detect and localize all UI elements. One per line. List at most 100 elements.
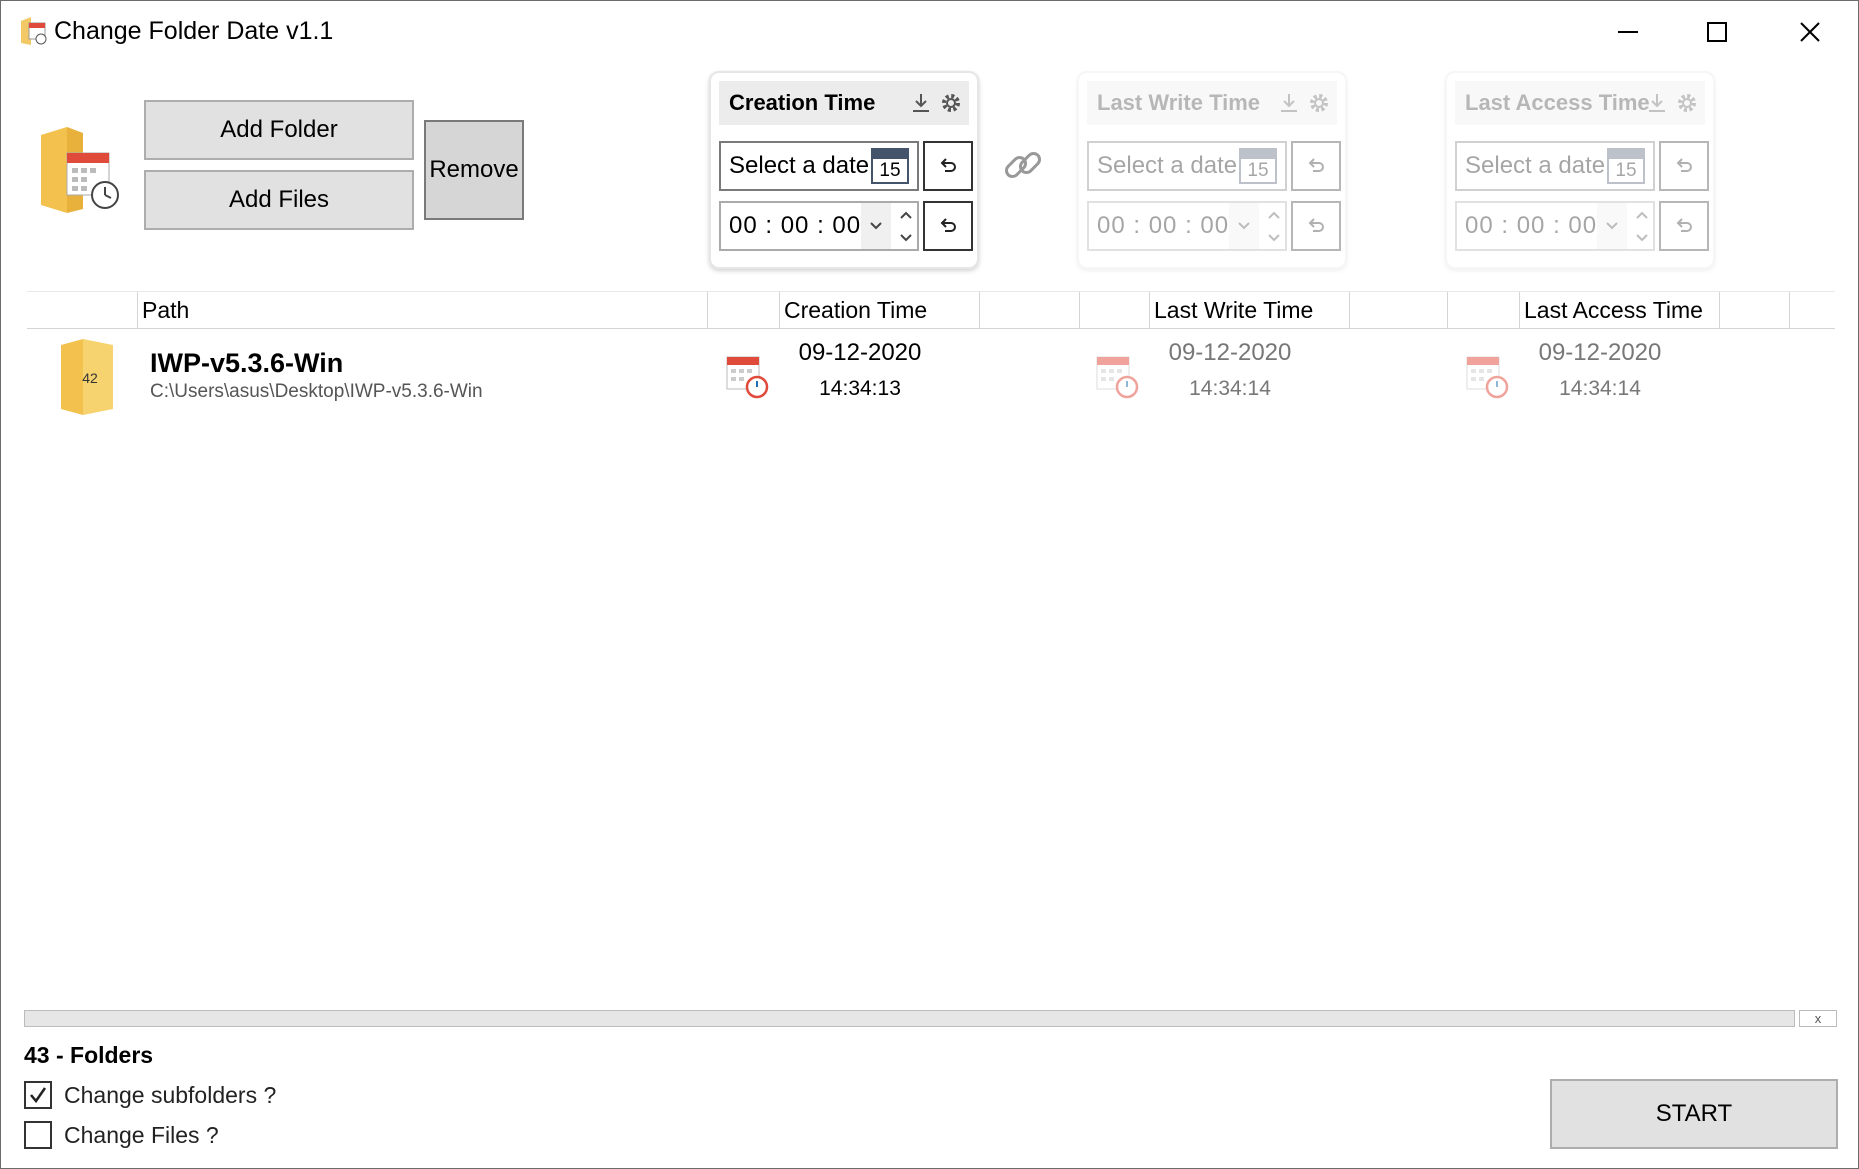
- panel-title: Creation Time: [729, 90, 876, 115]
- row-path: C:\Users\asus\Desktop\IWP-v5.3.6-Win: [150, 381, 483, 402]
- time-dropdown: [1597, 203, 1627, 249]
- gear-icon: [1678, 94, 1696, 112]
- date-picker: Select a date 15: [1087, 141, 1287, 191]
- calendar-icon: 15: [1239, 148, 1277, 184]
- column-header-spacer: [1079, 292, 1149, 329]
- minimize-icon: [1618, 31, 1638, 33]
- maximize-button[interactable]: [1687, 11, 1747, 53]
- download-icon: [1649, 94, 1665, 112]
- chevron-up-icon[interactable]: [899, 209, 913, 221]
- change-subfolders-checkbox[interactable]: Change subfolders ?: [24, 1081, 276, 1109]
- panel-header: Last Write Time: [1087, 81, 1337, 125]
- folder-count: 43 - Folders: [24, 1042, 154, 1068]
- column-header-spacer: [979, 292, 1079, 329]
- gear-icon: [1310, 94, 1328, 112]
- reset-time-button: [1291, 201, 1341, 251]
- reset-time-button[interactable]: [923, 201, 973, 251]
- column-header-spacer: [1719, 292, 1789, 329]
- last-access-time-cell[interactable]: 09-12-2020 14:34:14: [1455, 333, 1755, 423]
- undo-icon: [1676, 158, 1692, 172]
- chevron-down-icon: [1606, 222, 1618, 230]
- calendar-day: 15: [879, 160, 901, 181]
- folder-calendar-icon: [41, 127, 119, 213]
- creation-time-cell[interactable]: 09-12-2020 14:34:13: [715, 333, 1015, 423]
- app-icon: [21, 17, 47, 45]
- creation-time-panel: Creation Time Select a date 15 00 : 00 :…: [709, 71, 979, 269]
- column-header-last-write-time[interactable]: Last Write Time: [1149, 292, 1349, 329]
- column-header-last-access-time[interactable]: Last Access Time: [1519, 292, 1719, 329]
- chevron-down-icon[interactable]: [899, 232, 913, 244]
- time-value: 00 : 00 : 00: [1465, 212, 1598, 239]
- cell-date: 09-12-2020: [798, 339, 922, 366]
- calendar-clock-icon: [726, 356, 769, 399]
- chevron-down-icon: [1636, 233, 1648, 241]
- time-spinner[interactable]: [893, 203, 919, 249]
- reset-date-button: [1291, 141, 1341, 191]
- chevron-down-icon: [1238, 222, 1250, 230]
- time-picker: 00 : 00 : 00: [1455, 201, 1655, 251]
- maximize-icon: [1707, 22, 1727, 42]
- reset-date-button: [1659, 141, 1709, 191]
- download-icon[interactable]: [909, 91, 933, 115]
- window-title: Change Folder Date v1.1: [54, 17, 334, 45]
- last-access-time-panel: Last Access Time Select a date 15 00 : 0…: [1445, 71, 1715, 269]
- remove-button[interactable]: Remove: [424, 120, 524, 220]
- time-picker: 00 : 00 : 00: [1087, 201, 1287, 251]
- folder-icon: 42: [61, 339, 113, 415]
- link-icon[interactable]: [999, 141, 1047, 189]
- column-header-creation-time[interactable]: Creation Time: [779, 292, 979, 329]
- table-row[interactable]: 42 IWP-v5.3.6-Win C:\Users\asus\Desktop\…: [27, 333, 1835, 423]
- time-spinner: [1629, 203, 1655, 249]
- column-header-spacer: [707, 292, 779, 329]
- cell-time: 14:34:13: [819, 377, 901, 400]
- progress-cancel-button[interactable]: x: [1799, 1010, 1837, 1027]
- cell-time: 14:34:14: [1189, 377, 1271, 400]
- time-value: 00 : 00 : 00: [1097, 212, 1230, 239]
- undo-icon: [1676, 218, 1692, 232]
- cell-date: 09-12-2020: [1168, 339, 1292, 366]
- calendar-day: 15: [1615, 160, 1637, 181]
- add-files-button[interactable]: Add Files: [144, 170, 414, 230]
- chevron-down-icon: [870, 222, 882, 230]
- undo-icon: [940, 218, 956, 232]
- time-value: 00 : 00 : 00: [729, 212, 862, 239]
- undo-icon: [1308, 158, 1324, 172]
- start-button[interactable]: START: [1550, 1079, 1838, 1149]
- cell-date: 09-12-2020: [1538, 339, 1662, 366]
- date-picker[interactable]: Select a date 15: [719, 141, 919, 191]
- row-name: IWP-v5.3.6-Win: [150, 348, 344, 378]
- calendar-clock-icon: [1096, 356, 1139, 399]
- calendar-icon: 15: [1607, 148, 1645, 184]
- undo-icon: [1308, 218, 1324, 232]
- main-window: Change Folder Date v1.1 Add Folder Add F…: [0, 0, 1859, 1169]
- calendar-clock-icon: [1466, 356, 1509, 399]
- time-dropdown: [1229, 203, 1259, 249]
- date-placeholder: Select a date: [1097, 152, 1238, 179]
- gear-icon[interactable]: [939, 91, 963, 115]
- add-folder-button[interactable]: Add Folder: [144, 100, 414, 160]
- date-placeholder: Select a date: [1465, 152, 1606, 179]
- close-button[interactable]: [1780, 11, 1840, 53]
- last-write-time-cell[interactable]: 09-12-2020 14:34:14: [1085, 333, 1385, 423]
- download-icon: [1281, 94, 1297, 112]
- calendar-icon[interactable]: 15: [871, 148, 909, 184]
- reset-date-button[interactable]: [923, 141, 973, 191]
- close-icon: [1800, 22, 1820, 42]
- column-header-path[interactable]: Path: [137, 292, 707, 329]
- checkbox-box[interactable]: [24, 1121, 52, 1149]
- chevron-down-icon: [1268, 233, 1280, 241]
- change-files-checkbox[interactable]: Change Files ?: [24, 1121, 219, 1149]
- column-header-spacer: [1447, 292, 1519, 329]
- cell-time: 14:34:14: [1559, 377, 1641, 400]
- table-header: Path Creation Time Last Write Time Last …: [27, 291, 1835, 329]
- panel-title: Last Access Time: [1465, 90, 1650, 115]
- minimize-button[interactable]: [1598, 11, 1658, 53]
- undo-icon: [940, 158, 956, 172]
- folder-badge: 42: [82, 370, 98, 386]
- checkbox-box[interactable]: [24, 1081, 52, 1109]
- checkmark-icon: [30, 1087, 47, 1104]
- time-dropdown[interactable]: [861, 203, 891, 249]
- checkbox-label: Change subfolders ?: [64, 1081, 277, 1108]
- panel-header: Creation Time: [719, 81, 969, 125]
- time-picker[interactable]: 00 : 00 : 00: [719, 201, 919, 251]
